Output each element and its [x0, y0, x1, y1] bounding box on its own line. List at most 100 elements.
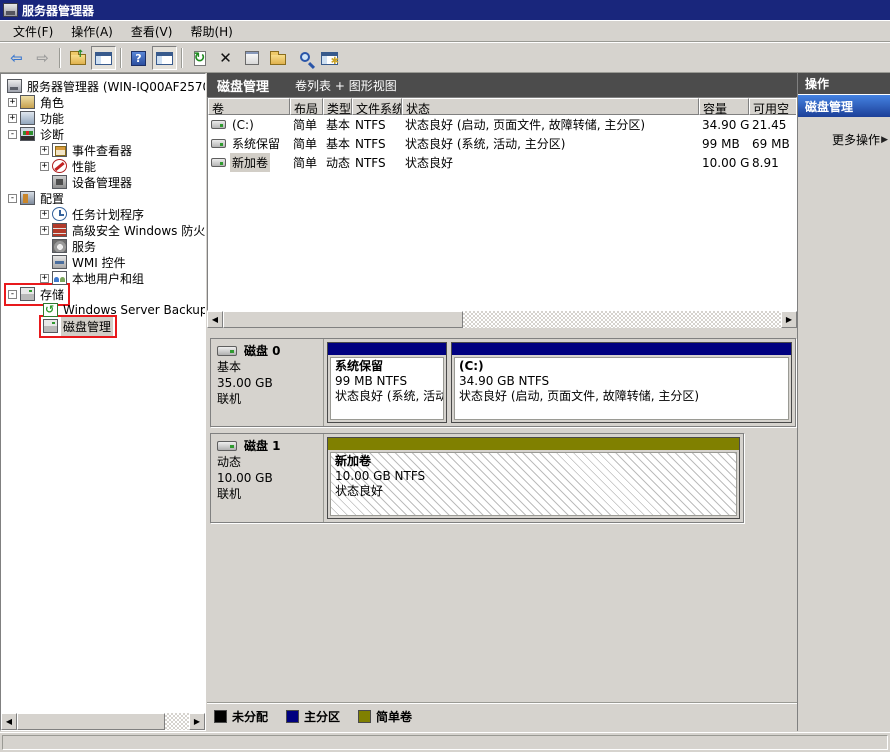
delete-button[interactable]: ✕ — [213, 46, 238, 70]
partition-size: 10.00 GB NTFS — [335, 469, 732, 484]
legend-swatch — [214, 710, 227, 723]
menu-bar: 文件(F)操作(A)查看(V)帮助(H) — [0, 20, 890, 43]
console-tree: 服务器管理器 (WIN-IQ00AF2570)+角色+功能-诊断+事件查看器+性… — [1, 78, 205, 712]
disk-title: 磁盘 1 — [217, 438, 317, 454]
scrollbar-thumb[interactable] — [17, 713, 165, 730]
legend-item-简单卷: 简单卷 — [358, 708, 412, 725]
toolbar-separator — [59, 48, 61, 68]
legend-label: 简单卷 — [376, 708, 412, 725]
column-header-卷[interactable]: 卷 — [208, 98, 290, 115]
firewall-icon — [52, 223, 67, 237]
tree-expander[interactable]: + — [40, 226, 49, 235]
volume-row[interactable]: 系统保留简单基本NTFS状态良好 (系统, 活动, 主分区)99 MB69 MB — [208, 134, 796, 153]
partition-colorbar — [328, 343, 446, 355]
volume-row[interactable]: 新加卷简单动态NTFS状态良好10.00 GB8.91 — [208, 153, 796, 172]
column-header-容量[interactable]: 容量 — [699, 98, 749, 115]
disk-name: 磁盘 0 — [244, 343, 281, 359]
disk-management-panel: 磁盘管理 卷列表 + 图形视图 卷布局类型文件系统状态容量可用空 (C:)简单基… — [207, 73, 797, 731]
help-button[interactable]: ? — [126, 46, 151, 70]
forward-button[interactable]: ⇨ — [30, 46, 55, 70]
menu-item[interactable]: 帮助(H) — [181, 20, 241, 43]
column-header-可用空[interactable]: 可用空 — [749, 98, 797, 115]
status-bar — [0, 732, 890, 752]
partitions: 新加卷10.00 GB NTFS状态良好 — [324, 434, 743, 522]
tree-horizontal-scrollbar[interactable]: ◀ ▶ — [1, 713, 205, 730]
server-manager-window: 服务器管理器 文件(F)操作(A)查看(V)帮助(H) ⇦⇨?↻✕✱ 服务器管理… — [0, 0, 890, 752]
partition-(C:)[interactable]: (C:)34.90 GB NTFS状态良好 (启动, 页面文件, 故障转储, 主… — [451, 342, 792, 423]
menu-item[interactable]: 操作(A) — [62, 20, 122, 43]
tree-expander[interactable]: + — [40, 162, 49, 171]
configuration-icon — [20, 191, 35, 205]
tree-item-features[interactable]: +功能 — [1, 110, 205, 126]
volume-cell: 状态良好 — [402, 154, 699, 171]
show-console-tree-button[interactable] — [91, 46, 116, 70]
volume-row[interactable]: (C:)简单基本NTFS状态良好 (启动, 页面文件, 故障转储, 主分区)34… — [208, 115, 796, 134]
tree-expander[interactable]: + — [40, 274, 49, 283]
partition-name: (C:) — [459, 359, 784, 374]
volume-cell: 新加卷 — [208, 153, 290, 172]
scrollbar-track[interactable] — [17, 713, 189, 730]
tree-expander[interactable]: + — [40, 210, 49, 219]
show-action-pane-button[interactable] — [152, 46, 177, 70]
volume-cell: NTFS — [352, 156, 402, 170]
legend: 未分配主分区简单卷 — [214, 708, 412, 725]
volume-cell: 基本 — [323, 135, 352, 152]
tree-item-firewall[interactable]: +高级安全 Windows 防火墙 — [1, 222, 205, 238]
partition-size: 34.90 GB NTFS — [459, 374, 784, 389]
titlebar: 服务器管理器 — [0, 0, 890, 20]
legend-label: 主分区 — [304, 708, 340, 725]
tree-expander[interactable]: + — [8, 98, 17, 107]
legend-item-主分区: 主分区 — [286, 708, 340, 725]
action-pane-icon — [156, 52, 173, 65]
partition-系统保留[interactable]: 系统保留99 MB NTFS状态良好 (系统, 活动, — [327, 342, 447, 423]
refresh-button[interactable]: ↻ — [187, 46, 212, 70]
disk-info[interactable]: 磁盘 1动态10.00 GB联机 — [211, 434, 324, 522]
forward-arrow-icon: ⇨ — [36, 51, 49, 66]
actions-section-disk-management[interactable]: 磁盘管理 — [798, 95, 890, 117]
scrollbar-thumb[interactable] — [223, 311, 463, 328]
volume-list-horizontal-scrollbar[interactable]: ◀ ▶ — [207, 311, 797, 328]
partition-name: 新加卷 — [335, 454, 732, 469]
column-header-类型[interactable]: 类型 — [323, 98, 352, 115]
device-manager-icon — [52, 175, 67, 189]
open-folder-button[interactable] — [265, 46, 290, 70]
menu-item[interactable]: 文件(F) — [4, 20, 62, 43]
volume-list-header: 卷布局类型文件系统状态容量可用空 — [208, 98, 796, 115]
more-actions-button[interactable]: 更多操作 ▶ — [798, 129, 890, 150]
scroll-left-button[interactable]: ◀ — [1, 713, 17, 730]
tree-expander[interactable]: - — [8, 194, 17, 203]
tree-expander[interactable]: + — [40, 146, 49, 155]
partition-colorbar — [452, 343, 791, 355]
disk-info[interactable]: 磁盘 0基本35.00 GB联机 — [211, 339, 324, 426]
column-header-布局[interactable]: 布局 — [290, 98, 323, 115]
find-button[interactable] — [291, 46, 316, 70]
actions-header: 操作 — [798, 73, 890, 95]
scroll-right-button[interactable]: ▶ — [189, 713, 205, 730]
column-header-文件系统[interactable]: 文件系统 — [352, 98, 402, 115]
taskpad-button[interactable]: ✱ — [317, 46, 342, 70]
partition-status: 状态良好 — [335, 484, 732, 499]
toolbar-separator — [181, 48, 183, 68]
disk-name: 磁盘 1 — [244, 438, 281, 454]
column-header-状态[interactable]: 状态 — [402, 98, 699, 115]
up-one-level-button[interactable] — [65, 46, 90, 70]
tree-expander[interactable]: + — [8, 114, 17, 123]
partitions: 系统保留99 MB NTFS状态良好 (系统, 活动,(C:)34.90 GB … — [324, 339, 795, 426]
server-manager-icon — [7, 79, 22, 93]
tree-expander[interactable]: - — [8, 130, 17, 139]
volume-cell: 基本 — [323, 116, 352, 133]
scrollbar-track[interactable] — [223, 311, 781, 328]
volume-cell: 69 MB — [749, 137, 797, 151]
tree-item-disk-management[interactable]: 磁盘管理 — [1, 318, 205, 334]
properties-button[interactable] — [239, 46, 264, 70]
back-button[interactable]: ⇦ — [4, 46, 29, 70]
partition-新加卷[interactable]: 新加卷10.00 GB NTFS状态良好 — [327, 437, 740, 519]
disk-icon — [217, 346, 237, 356]
volume-label: 系统保留 — [230, 134, 282, 153]
services-icon — [52, 239, 67, 253]
tree-expander[interactable]: - — [8, 290, 17, 299]
volume-cell: NTFS — [352, 137, 402, 151]
scroll-right-button[interactable]: ▶ — [781, 311, 797, 328]
scroll-left-button[interactable]: ◀ — [207, 311, 223, 328]
menu-item[interactable]: 查看(V) — [122, 20, 182, 43]
